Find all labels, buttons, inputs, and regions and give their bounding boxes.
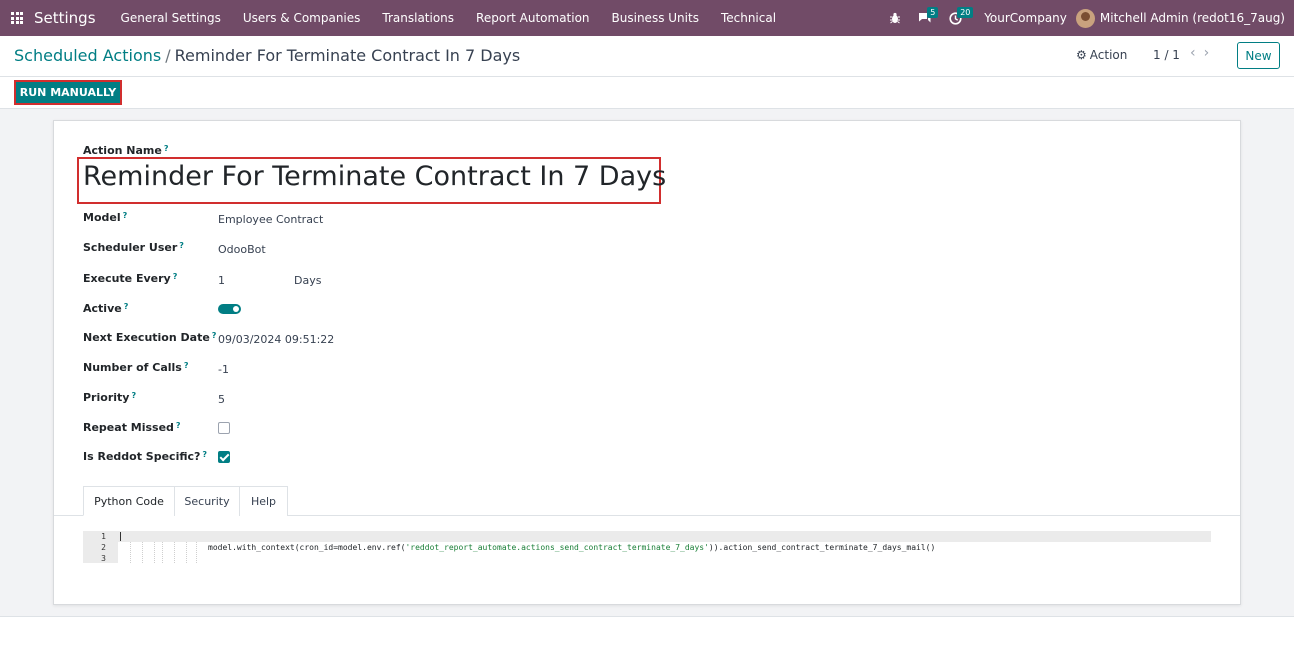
line-number: 2 (101, 543, 106, 552)
code-string: 'reddot_report_automate.actions_send_con… (405, 543, 709, 552)
gear-icon: ⚙ (1076, 48, 1087, 62)
menu-business-units[interactable]: Business Units (601, 11, 710, 25)
scheduler-user-label: Scheduler User? (83, 241, 184, 254)
activities-badge: 20 (957, 7, 974, 18)
indent-guide (196, 542, 197, 563)
text-cursor (120, 532, 121, 541)
line-number-gutter: 1 2 3 (83, 531, 118, 563)
action-menu-button[interactable]: ⚙ Action (1076, 48, 1127, 62)
priority-field[interactable]: 5 (218, 393, 225, 406)
tooltip-icon[interactable]: ? (176, 421, 181, 430)
indent-guide (142, 542, 143, 563)
user-menu[interactable]: Mitchell Admin (redot16_7aug) (1075, 8, 1294, 28)
action-label: Action (1089, 48, 1128, 62)
top-navbar: Settings General Settings Users & Compan… (0, 0, 1294, 36)
priority-label: Priority? (83, 391, 137, 404)
line-number: 1 (101, 532, 106, 541)
interval-number-field[interactable]: 1 (218, 274, 225, 287)
tooltip-icon[interactable]: ? (173, 272, 178, 281)
indent-guide (174, 542, 175, 563)
code-line: model.with_context(cron_id=model.env.ref… (208, 543, 936, 552)
menu-users-companies[interactable]: Users & Companies (232, 11, 372, 25)
tooltip-icon[interactable]: ? (179, 241, 184, 250)
tooltip-icon[interactable]: ? (124, 302, 129, 311)
is-reddot-specific-label: Is Reddot Specific?? (83, 450, 208, 463)
pager-value[interactable]: 1 / 1 (1153, 48, 1180, 62)
messages-badge: 5 (927, 7, 939, 18)
active-line-highlight (118, 531, 1211, 542)
action-name-label: Action Name? (83, 144, 169, 157)
new-button[interactable]: New (1237, 42, 1280, 69)
avatar (1075, 8, 1095, 28)
menu-translations[interactable]: Translations (371, 11, 465, 25)
apps-menu-icon[interactable] (0, 0, 34, 36)
run-manually-button[interactable]: RUN MANUALLY (14, 80, 122, 105)
scheduler-user-field[interactable]: OdooBot (218, 243, 266, 256)
company-switcher[interactable]: YourCompany (970, 11, 1076, 25)
next-execution-field[interactable]: 09/03/2024 09:51:22 (218, 333, 334, 346)
tooltip-icon[interactable]: ? (164, 144, 169, 153)
tooltip-icon[interactable]: ? (184, 361, 189, 370)
model-label: Model? (83, 211, 128, 224)
execute-every-label: Execute Every? (83, 272, 178, 285)
app-title[interactable]: Settings (34, 9, 96, 27)
action-name-input[interactable]: Reminder For Terminate Contract In 7 Day… (83, 161, 666, 192)
pager-nav: ‹ › (1186, 45, 1213, 61)
next-execution-label: Next Execution Date? (83, 331, 217, 344)
menu-general-settings[interactable]: General Settings (110, 11, 232, 25)
tab-python-code[interactable]: Python Code (83, 486, 175, 516)
tab-security[interactable]: Security (174, 486, 240, 516)
number-of-calls-label: Number of Calls? (83, 361, 189, 374)
messages-icon[interactable]: 5 (910, 0, 940, 36)
chevron-right-icon[interactable]: › (1204, 45, 1210, 61)
indent-guide (130, 542, 131, 563)
python-code-editor[interactable]: 1 2 3 model.with_context(cron_id=model.e… (83, 531, 1211, 563)
debug-bug-icon[interactable] (880, 0, 910, 36)
menu-technical[interactable]: Technical (710, 11, 787, 25)
active-toggle[interactable] (218, 304, 241, 314)
breadcrumb-current: Reminder For Terminate Contract In 7 Day… (174, 46, 521, 65)
repeat-missed-label: Repeat Missed? (83, 421, 181, 434)
indent-guide (154, 542, 155, 563)
form-statusbar: RUN MANUALLY (0, 77, 1294, 109)
is-reddot-specific-checkbox[interactable] (218, 451, 230, 463)
active-label: Active? (83, 302, 129, 315)
tab-help[interactable]: Help (239, 486, 288, 516)
model-field[interactable]: Employee Contract (218, 213, 323, 226)
repeat-missed-checkbox[interactable] (218, 422, 230, 434)
menu-report-automation[interactable]: Report Automation (465, 11, 600, 25)
tooltip-icon[interactable]: ? (123, 211, 128, 220)
user-name: Mitchell Admin (redot16_7aug) (1099, 11, 1285, 25)
indent-guide (162, 542, 163, 563)
activities-clock-icon[interactable]: 20 (940, 0, 974, 36)
line-number: 3 (101, 554, 106, 563)
tooltip-icon[interactable]: ? (131, 391, 136, 400)
chevron-left-icon[interactable]: ‹ (1190, 45, 1196, 61)
control-panel: Scheduled Actions / Reminder For Terminate… (0, 36, 1294, 77)
breadcrumb-scheduled-actions[interactable]: Scheduled Actions (14, 46, 161, 65)
interval-type-select[interactable]: Days (294, 274, 321, 287)
tooltip-icon[interactable]: ? (202, 450, 207, 459)
indent-guide (186, 542, 187, 563)
tooltip-icon[interactable]: ? (212, 331, 217, 340)
breadcrumb: Scheduled Actions / Reminder For Terminate… (14, 46, 520, 65)
number-of-calls-field[interactable]: -1 (218, 363, 229, 376)
breadcrumb-separator: / (165, 46, 171, 65)
